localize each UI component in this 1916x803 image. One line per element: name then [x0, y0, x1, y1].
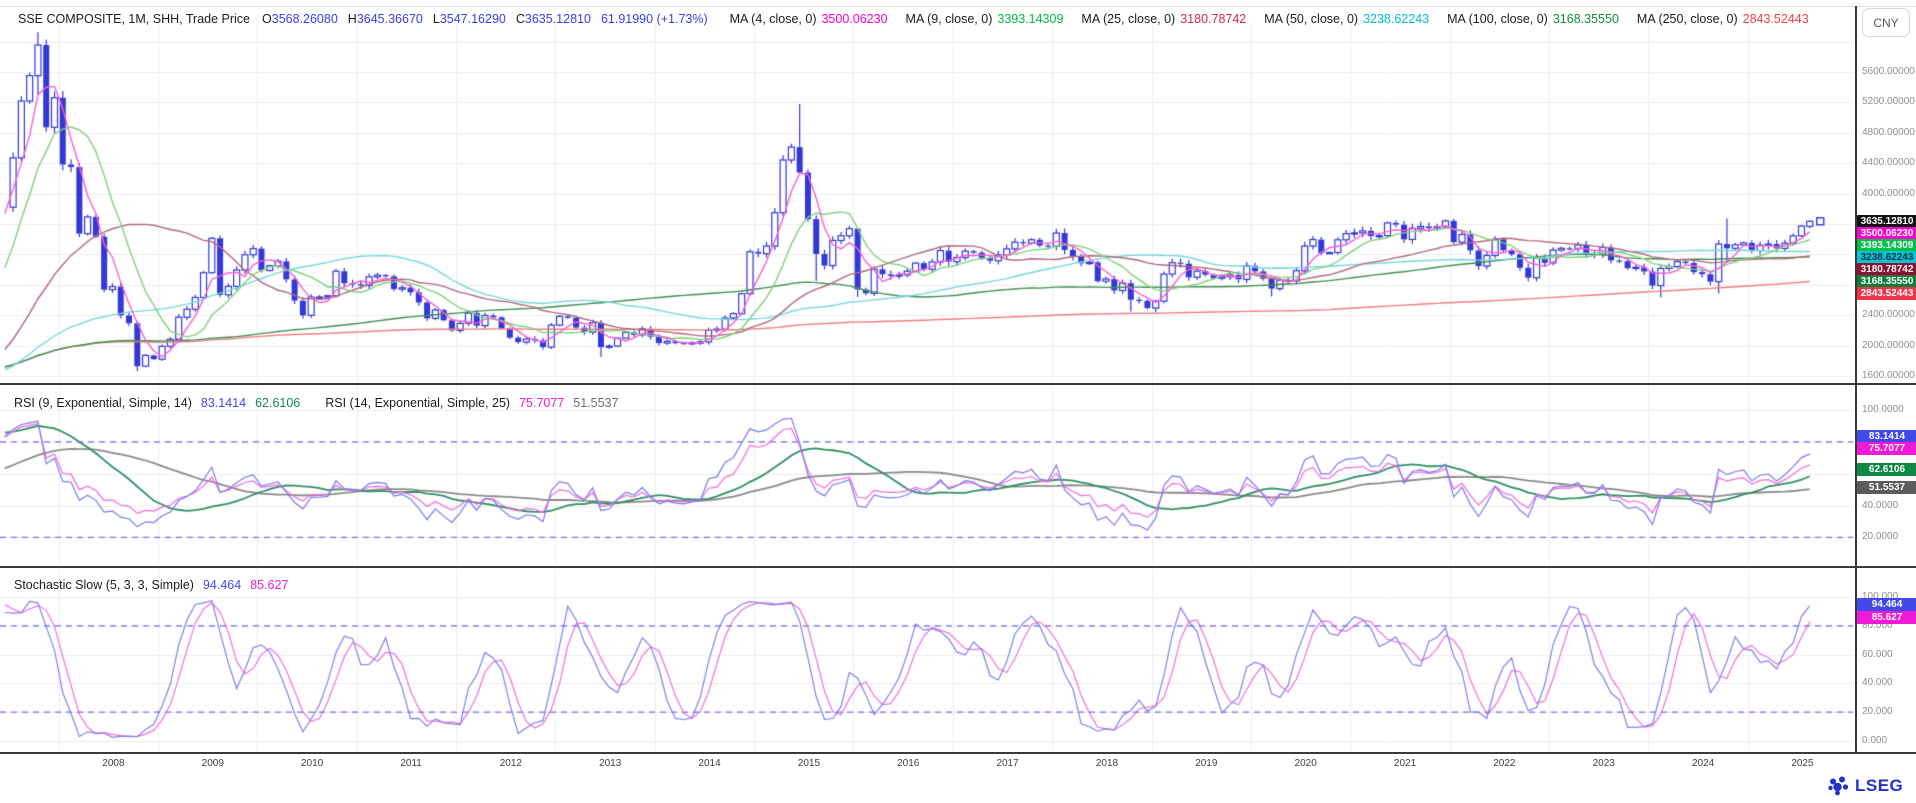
ohlc-field-label: L [433, 12, 440, 26]
year-label: 2015 [798, 758, 820, 769]
ohlc-values: O3568.26080 H3645.36670 L3547.16290 C3635.1… [262, 12, 601, 26]
legend-segment: 85.627 [250, 578, 288, 592]
ma-entry-label: MA (250, close, 0) [1637, 12, 1738, 26]
legend-segment: 62.6106 [255, 396, 300, 410]
axis-tick-label: 2000.00000 [1862, 340, 1915, 352]
ma-entry-label: MA (25, close, 0) [1081, 12, 1175, 26]
ma-entry-label: MA (4, close, 0) [730, 12, 817, 26]
year-label: 2010 [301, 758, 323, 769]
year-label: 2019 [1195, 758, 1217, 769]
ohlc-field-label: O [262, 12, 272, 26]
axis-tick-label: 4800.00000 [1862, 127, 1915, 139]
year-label: 2016 [897, 758, 919, 769]
value-badge: 2843.52443 [1857, 287, 1916, 300]
legend-segment: 51.5537 [573, 396, 618, 410]
price-legend[interactable]: SSE COMPOSITE, 1M, SHH, Trade Price O3568… [18, 12, 1827, 26]
value-badge: 62.6106 [1857, 463, 1916, 476]
ma-entry-value: 3168.35550 [1553, 12, 1619, 26]
axis-tick-label: 4400.00000 [1862, 157, 1915, 169]
panel-separator[interactable] [0, 566, 1916, 568]
value-badge: 3635.12810 [1857, 215, 1916, 228]
axis-tick-label: 40.000 [1862, 677, 1893, 689]
legend-segment: Stochastic Slow (5, 3, 3, Simple) [14, 578, 194, 592]
top-border [0, 6, 1916, 7]
value-badge: 3180.78742 [1857, 263, 1916, 276]
value-badge: 3168.35550 [1857, 275, 1916, 288]
price-change: 61.91990 (+1.73%) [601, 12, 708, 26]
year-label: 2020 [1295, 758, 1317, 769]
ma-entry-value: 3238.62243 [1363, 12, 1429, 26]
axis-tick-label: 5600.00000 [1862, 66, 1915, 78]
axis-tick-label: 40.0000 [1862, 500, 1898, 512]
ohlc-field-value: 3547.16290 [440, 12, 506, 26]
year-label: 2021 [1394, 758, 1416, 769]
currency-button[interactable]: CNY [1862, 8, 1910, 37]
stoch-legend[interactable]: Stochastic Slow (5, 3, 3, Simple) 94.464 8… [14, 578, 297, 592]
ma-entry-value: 3180.78742 [1180, 12, 1246, 26]
axis-tick-label: 60.000 [1862, 649, 1893, 661]
ohlc-field-value: 3645.36670 [357, 12, 423, 26]
value-badge: 94.464 [1857, 598, 1916, 611]
axis-tick-label: 0.000 [1862, 735, 1887, 747]
ohlc-field-value: 3568.26080 [272, 12, 338, 26]
axis-tick-label: 2400.00000 [1862, 309, 1915, 321]
lseg-crest-icon [1826, 775, 1850, 796]
ma-entry-label: MA (100, close, 0) [1447, 12, 1548, 26]
year-label: 2012 [500, 758, 522, 769]
panel-separator[interactable] [0, 383, 1916, 385]
axis-tick-label: 20.000 [1862, 706, 1893, 718]
lseg-logo-text: LSEG [1855, 776, 1903, 796]
year-label: 2023 [1593, 758, 1615, 769]
year-label: 2009 [202, 758, 224, 769]
legend-segment: 83.1414 [201, 396, 246, 410]
legend-segment: 94.464 [203, 578, 241, 592]
axis-divider [1855, 6, 1857, 753]
ma-entry-label: MA (50, close, 0) [1264, 12, 1358, 26]
year-label: 2025 [1791, 758, 1813, 769]
value-badge: 51.5537 [1857, 481, 1916, 494]
year-label: 2018 [1096, 758, 1118, 769]
value-badge: 3500.06230 [1857, 227, 1916, 240]
legend-segment: RSI (9, Exponential, Simple, 14) [14, 396, 192, 410]
ohlc-field-label: H [348, 12, 357, 26]
axis-tick-label: 20.0000 [1862, 531, 1898, 543]
ma-entry-value: 3500.06230 [821, 12, 887, 26]
year-label: 2017 [996, 758, 1018, 769]
year-label: 2024 [1692, 758, 1714, 769]
axis-tick-label: 4000.00000 [1862, 188, 1915, 200]
year-label: 2008 [102, 758, 124, 769]
year-label: 2022 [1493, 758, 1515, 769]
axis-tick-label: 100.0000 [1862, 404, 1904, 416]
lseg-logo: LSEG [1826, 775, 1903, 796]
rsi-legend[interactable]: RSI (9, Exponential, Simple, 14) 83.1414 6… [14, 396, 627, 410]
year-label: 2013 [599, 758, 621, 769]
axis-tick-label: 1600.00000 [1862, 370, 1915, 382]
ma-entry-label: MA (9, close, 0) [906, 12, 993, 26]
value-badge: 3393.14309 [1857, 239, 1916, 252]
ma-entry-value: 3393.14309 [997, 12, 1063, 26]
ohlc-field-label: C [516, 12, 525, 26]
legend-segment: RSI (14, Exponential, Simple, 25) [325, 396, 510, 410]
ohlc-field-value: 3635.12810 [525, 12, 591, 26]
ma-legend-values: MA (4, close, 0) 3500.06230 MA (9, close, … [730, 12, 1827, 26]
panel-separator [0, 752, 1916, 754]
instrument-title: SSE COMPOSITE, 1M, SHH, Trade Price [18, 12, 250, 26]
legend-segment: 75.7077 [519, 396, 564, 410]
value-badge: 75.7077 [1857, 442, 1916, 455]
ma-entry-value: 2843.52443 [1743, 12, 1809, 26]
value-badge: 3238.62243 [1857, 251, 1916, 264]
value-badge: 85.627 [1857, 611, 1916, 624]
year-label: 2011 [400, 758, 422, 769]
axis-tick-label: 5200.00000 [1862, 96, 1915, 108]
year-label: 2014 [698, 758, 720, 769]
chart-application: SSE COMPOSITE, 1M, SHH, Trade Price O3568… [0, 0, 1916, 803]
